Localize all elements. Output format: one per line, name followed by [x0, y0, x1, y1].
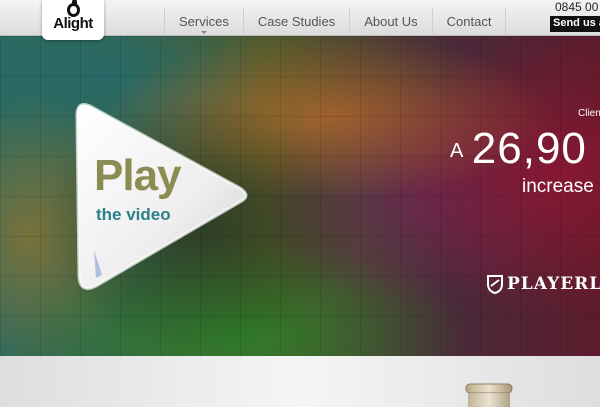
logo-text: Alight	[53, 15, 93, 32]
nav-item-label: About Us	[364, 14, 418, 29]
nav-item-label: Case Studies	[257, 14, 336, 29]
nav-item-services[interactable]: Services	[164, 8, 243, 36]
nav-caret-icon	[200, 31, 207, 34]
stat-value: 26,90	[471, 124, 587, 173]
stat-subtitle: increase	[522, 176, 594, 197]
jar-image	[465, 383, 513, 407]
play-subtitle: the video	[96, 205, 171, 224]
main-nav: Services Case Studies About Us Contact	[164, 8, 507, 36]
shield-icon	[487, 274, 503, 294]
send-message-button[interactable]: Send us a	[550, 16, 600, 32]
nav-item-label: Services	[179, 14, 229, 29]
top-bar: Alight Services Case Studies About Us Co…	[0, 0, 600, 40]
phone-number: 0845 00	[555, 0, 599, 14]
brand-name: PLAYERLA	[507, 274, 600, 294]
hero-banner: Play the video Clien A 26,90 increase PL…	[0, 36, 600, 356]
nav-item-case-studies[interactable]: Case Studies	[242, 8, 349, 36]
client-brand-logo: PLAYERLA	[487, 274, 600, 294]
stat-prefix: A	[450, 140, 464, 162]
play-word: Play	[94, 151, 182, 200]
play-video-button[interactable]: Play the video	[72, 100, 250, 296]
stat-headline: A 26,90	[450, 124, 587, 174]
client-label: Clien	[578, 108, 600, 119]
nav-item-about-us[interactable]: About Us	[349, 8, 431, 36]
logo[interactable]: Alight	[42, 0, 104, 40]
nav-item-contact[interactable]: Contact	[431, 8, 507, 36]
lower-content	[0, 356, 600, 407]
nav-item-label: Contact	[446, 14, 492, 29]
